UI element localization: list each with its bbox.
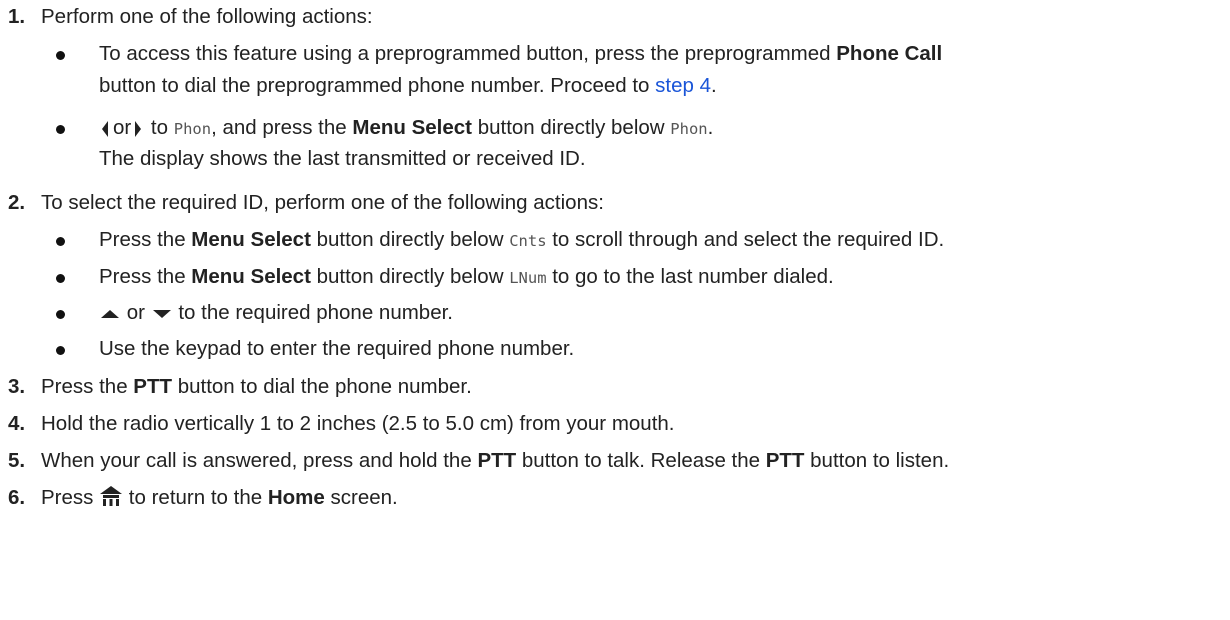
menu-select-label: Menu Select [352, 116, 472, 139]
ptt-label: PTT [477, 449, 517, 472]
bullet-icon [56, 310, 65, 319]
bullet-icon [56, 346, 65, 355]
menu-select-label: Menu Select [191, 265, 311, 288]
bullet-icon [56, 237, 65, 246]
step-text: Press to return to the Home screen. [41, 485, 398, 509]
down-arrow-icon [152, 309, 171, 318]
ptt-label: PTT [765, 449, 805, 472]
option-note: The display shows the last transmitted o… [99, 147, 586, 170]
step-number: 4. [8, 412, 26, 435]
menu-cnts-label: Cnts [509, 232, 547, 250]
right-arrow-icon [135, 120, 142, 137]
bullet-icon [56, 125, 65, 134]
option-text-continued: button to dial the preprogrammed phone n… [99, 74, 717, 97]
option-text: or to the required phone number. [99, 301, 453, 325]
step-number: 5. [8, 449, 26, 472]
menu-phon-label: Phon [670, 120, 708, 138]
step-number: 1. [8, 5, 26, 28]
ptt-label: PTT [133, 375, 173, 398]
step-4-link[interactable]: step 4 [655, 74, 711, 97]
step-number: 6. [8, 486, 26, 509]
menu-phon-label: Phon [173, 120, 212, 138]
step-text: Hold the radio vertically 1 to 2 inches … [41, 412, 675, 435]
option-text: Use the keypad to enter the required pho… [99, 337, 575, 360]
left-arrow-icon [102, 120, 108, 137]
option-text: Press the Menu Select button directly be… [99, 228, 945, 251]
step-number: 2. [8, 191, 26, 214]
step-text: When your call is answered, press and ho… [41, 449, 950, 472]
home-icon [100, 485, 123, 506]
bullet-icon [56, 51, 65, 60]
option-text: or to Phon, and press the Menu Select bu… [99, 116, 713, 141]
step-text: Perform one of the following actions: [41, 5, 373, 28]
home-label: Home [267, 486, 325, 509]
step-number: 3. [8, 375, 26, 398]
step-text: To select the required ID, perform one o… [41, 191, 604, 214]
step-text: Press the PTT button to dial the phone n… [41, 375, 472, 398]
bullet-icon [56, 274, 65, 283]
instruction-document: 1. Perform one of the following actions:… [0, 0, 1230, 620]
up-arrow-icon [101, 309, 119, 318]
phone-call-label: Phone Call [836, 42, 943, 65]
menu-select-label: Menu Select [191, 228, 311, 251]
option-text: Press the Menu Select button directly be… [99, 265, 834, 288]
menu-lnum-label: LNum [509, 269, 547, 287]
option-text: To access this feature using a preprogra… [99, 42, 943, 65]
